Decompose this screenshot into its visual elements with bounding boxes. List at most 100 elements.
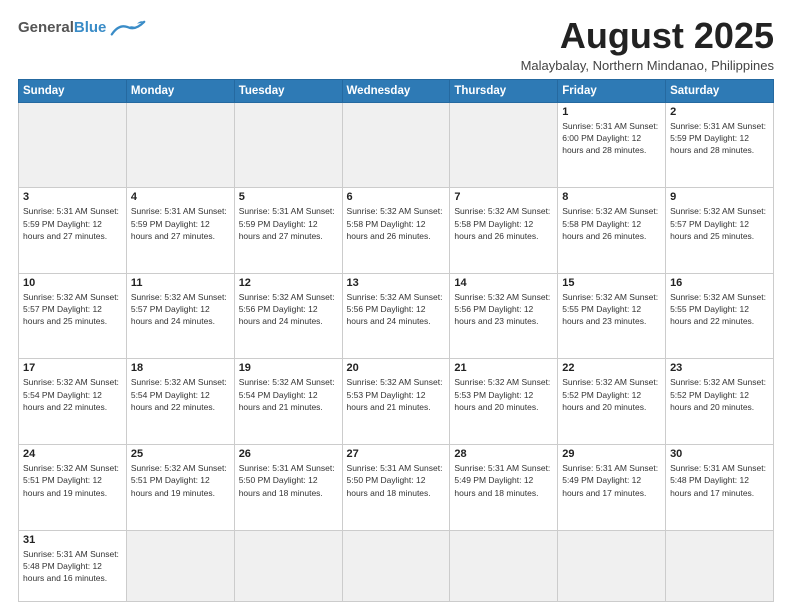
weekday-header-sunday: Sunday (19, 79, 127, 102)
calendar-cell: 17Sunrise: 5:32 AM Sunset: 5:54 PM Dayli… (19, 359, 127, 445)
calendar-cell: 10 Sunrise: 5:32 AM Sunset: 5:57 PM Dayli… (19, 273, 127, 359)
calendar-cell: 21 Sunrise: 5:32 AM Sunset: 5:53 PM Dayli… (450, 359, 558, 445)
calendar-table: SundayMondayTuesdayWednesdayThursdayFrid… (18, 79, 774, 602)
day-number: 25 (131, 448, 230, 460)
calendar-cell: 9 Sunrise: 5:32 AM Sunset: 5:57 PM Daylig… (666, 188, 774, 274)
day-number: 26 (239, 448, 338, 460)
calendar-cell: 12 Sunrise: 5:32 AM Sunset: 5:56 PM Dayli… (234, 273, 342, 359)
day-number: 29 (562, 448, 661, 460)
calendar-cell: 3 Sunrise: 5:31 AM Sunset: 5:59 PM Daylig… (19, 188, 127, 274)
day-number: 13 (347, 277, 446, 289)
location: Malaybalay, Northern Mindanao, Philippin… (521, 58, 774, 73)
title-block: August 2025 Malaybalay, Northern Mindana… (521, 16, 774, 73)
day-number: 23 (670, 362, 769, 374)
weekday-header-wednesday: Wednesday (342, 79, 450, 102)
day-info: Sunrise: 5:32 AM Sunset: 5:56 PM Dayligh… (347, 291, 446, 328)
calendar-cell: 31 Sunrise: 5:31 AM Sunset: 5:48 PM Dayli… (19, 530, 127, 601)
day-info: Sunrise: 5:31 AM Sunset: 5:49 PM Dayligh… (562, 462, 661, 499)
week-row-0: 1Sunrise: 5:31 AM Sunset: 6:00 PM Daylig… (19, 102, 774, 188)
day-info: Sunrise: 5:31 AM Sunset: 5:48 PM Dayligh… (23, 548, 122, 585)
weekday-header-row: SundayMondayTuesdayWednesdayThursdayFrid… (19, 79, 774, 102)
day-number: 24 (23, 448, 122, 460)
day-info: Sunrise: 5:32 AM Sunset: 5:55 PM Dayligh… (670, 291, 769, 328)
calendar-cell: 26Sunrise: 5:31 AM Sunset: 5:50 PM Dayli… (234, 445, 342, 531)
calendar-cell: 30Sunrise: 5:31 AM Sunset: 5:48 PM Dayli… (666, 445, 774, 531)
day-number: 8 (562, 191, 661, 203)
day-number: 20 (347, 362, 446, 374)
day-number: 19 (239, 362, 338, 374)
calendar-cell: 15 Sunrise: 5:32 AM Sunset: 5:55 PM Dayli… (558, 273, 666, 359)
day-info: Sunrise: 5:32 AM Sunset: 5:54 PM Dayligh… (239, 376, 338, 413)
day-info: Sunrise: 5:32 AM Sunset: 5:51 PM Dayligh… (23, 462, 122, 499)
day-info: Sunrise: 5:31 AM Sunset: 5:49 PM Dayligh… (454, 462, 553, 499)
calendar-cell: 24 Sunrise: 5:32 AM Sunset: 5:51 PM Dayli… (19, 445, 127, 531)
calendar-cell: 27 Sunrise: 5:31 AM Sunset: 5:50 PM Dayli… (342, 445, 450, 531)
day-number: 5 (239, 191, 338, 203)
day-info: Sunrise: 5:32 AM Sunset: 5:54 PM Dayligh… (131, 376, 230, 413)
day-number: 14 (454, 277, 553, 289)
day-info: Sunrise: 5:32 AM Sunset: 5:57 PM Dayligh… (23, 291, 122, 328)
calendar-cell: 11 Sunrise: 5:32 AM Sunset: 5:57 PM Dayli… (126, 273, 234, 359)
day-number: 11 (131, 277, 230, 289)
day-number: 7 (454, 191, 553, 203)
day-number: 21 (454, 362, 553, 374)
day-number: 10 (23, 277, 122, 289)
logo-icon (110, 18, 146, 40)
week-row-4: 24 Sunrise: 5:32 AM Sunset: 5:51 PM Dayli… (19, 445, 774, 531)
day-info: Sunrise: 5:32 AM Sunset: 5:58 PM Dayligh… (347, 205, 446, 242)
day-info: Sunrise: 5:31 AM Sunset: 6:00 PM Dayligh… (562, 120, 661, 157)
calendar-cell: 25Sunrise: 5:32 AM Sunset: 5:51 PM Dayli… (126, 445, 234, 531)
weekday-header-thursday: Thursday (450, 79, 558, 102)
day-number: 12 (239, 277, 338, 289)
calendar-cell: 19 Sunrise: 5:32 AM Sunset: 5:54 PM Dayli… (234, 359, 342, 445)
calendar-cell (234, 530, 342, 601)
day-info: Sunrise: 5:32 AM Sunset: 5:53 PM Dayligh… (454, 376, 553, 413)
day-info: Sunrise: 5:32 AM Sunset: 5:52 PM Dayligh… (562, 376, 661, 413)
day-number: 4 (131, 191, 230, 203)
calendar-cell (342, 530, 450, 601)
calendar-cell (126, 102, 234, 188)
day-info: Sunrise: 5:32 AM Sunset: 5:57 PM Dayligh… (131, 291, 230, 328)
calendar-cell (450, 102, 558, 188)
day-info: Sunrise: 5:32 AM Sunset: 5:54 PM Dayligh… (23, 376, 122, 413)
week-row-2: 10 Sunrise: 5:32 AM Sunset: 5:57 PM Dayli… (19, 273, 774, 359)
day-number: 15 (562, 277, 661, 289)
day-number: 16 (670, 277, 769, 289)
calendar-cell: 8Sunrise: 5:32 AM Sunset: 5:58 PM Daylig… (558, 188, 666, 274)
calendar-cell: 5 Sunrise: 5:31 AM Sunset: 5:59 PM Daylig… (234, 188, 342, 274)
day-number: 27 (347, 448, 446, 460)
week-row-5: 31 Sunrise: 5:31 AM Sunset: 5:48 PM Dayli… (19, 530, 774, 601)
week-row-1: 3 Sunrise: 5:31 AM Sunset: 5:59 PM Daylig… (19, 188, 774, 274)
day-number: 9 (670, 191, 769, 203)
weekday-header-saturday: Saturday (666, 79, 774, 102)
day-info: Sunrise: 5:32 AM Sunset: 5:55 PM Dayligh… (562, 291, 661, 328)
day-number: 22 (562, 362, 661, 374)
day-info: Sunrise: 5:32 AM Sunset: 5:52 PM Dayligh… (670, 376, 769, 413)
logo: GeneralBlue (18, 16, 146, 40)
day-number: 3 (23, 191, 122, 203)
day-number: 31 (23, 534, 122, 546)
day-number: 6 (347, 191, 446, 203)
day-info: Sunrise: 5:31 AM Sunset: 5:50 PM Dayligh… (347, 462, 446, 499)
calendar-cell (342, 102, 450, 188)
calendar-cell: 13 Sunrise: 5:32 AM Sunset: 5:56 PM Dayli… (342, 273, 450, 359)
day-info: Sunrise: 5:31 AM Sunset: 5:59 PM Dayligh… (239, 205, 338, 242)
calendar-cell: 18Sunrise: 5:32 AM Sunset: 5:54 PM Dayli… (126, 359, 234, 445)
calendar-cell: 1Sunrise: 5:31 AM Sunset: 6:00 PM Daylig… (558, 102, 666, 188)
calendar-cell: 6 Sunrise: 5:32 AM Sunset: 5:58 PM Daylig… (342, 188, 450, 274)
calendar-cell: 16 Sunrise: 5:32 AM Sunset: 5:55 PM Dayli… (666, 273, 774, 359)
day-info: Sunrise: 5:32 AM Sunset: 5:56 PM Dayligh… (239, 291, 338, 328)
day-info: Sunrise: 5:31 AM Sunset: 5:59 PM Dayligh… (23, 205, 122, 242)
weekday-header-friday: Friday (558, 79, 666, 102)
day-info: Sunrise: 5:31 AM Sunset: 5:59 PM Dayligh… (131, 205, 230, 242)
day-info: Sunrise: 5:31 AM Sunset: 5:48 PM Dayligh… (670, 462, 769, 499)
day-number: 2 (670, 106, 769, 118)
calendar-cell: 28 Sunrise: 5:31 AM Sunset: 5:49 PM Dayli… (450, 445, 558, 531)
day-number: 28 (454, 448, 553, 460)
day-info: Sunrise: 5:32 AM Sunset: 5:57 PM Dayligh… (670, 205, 769, 242)
logo-text: GeneralBlue (18, 20, 106, 37)
calendar-cell: 7Sunrise: 5:32 AM Sunset: 5:58 PM Daylig… (450, 188, 558, 274)
calendar-cell (19, 102, 127, 188)
calendar-cell (558, 530, 666, 601)
calendar-cell (234, 102, 342, 188)
